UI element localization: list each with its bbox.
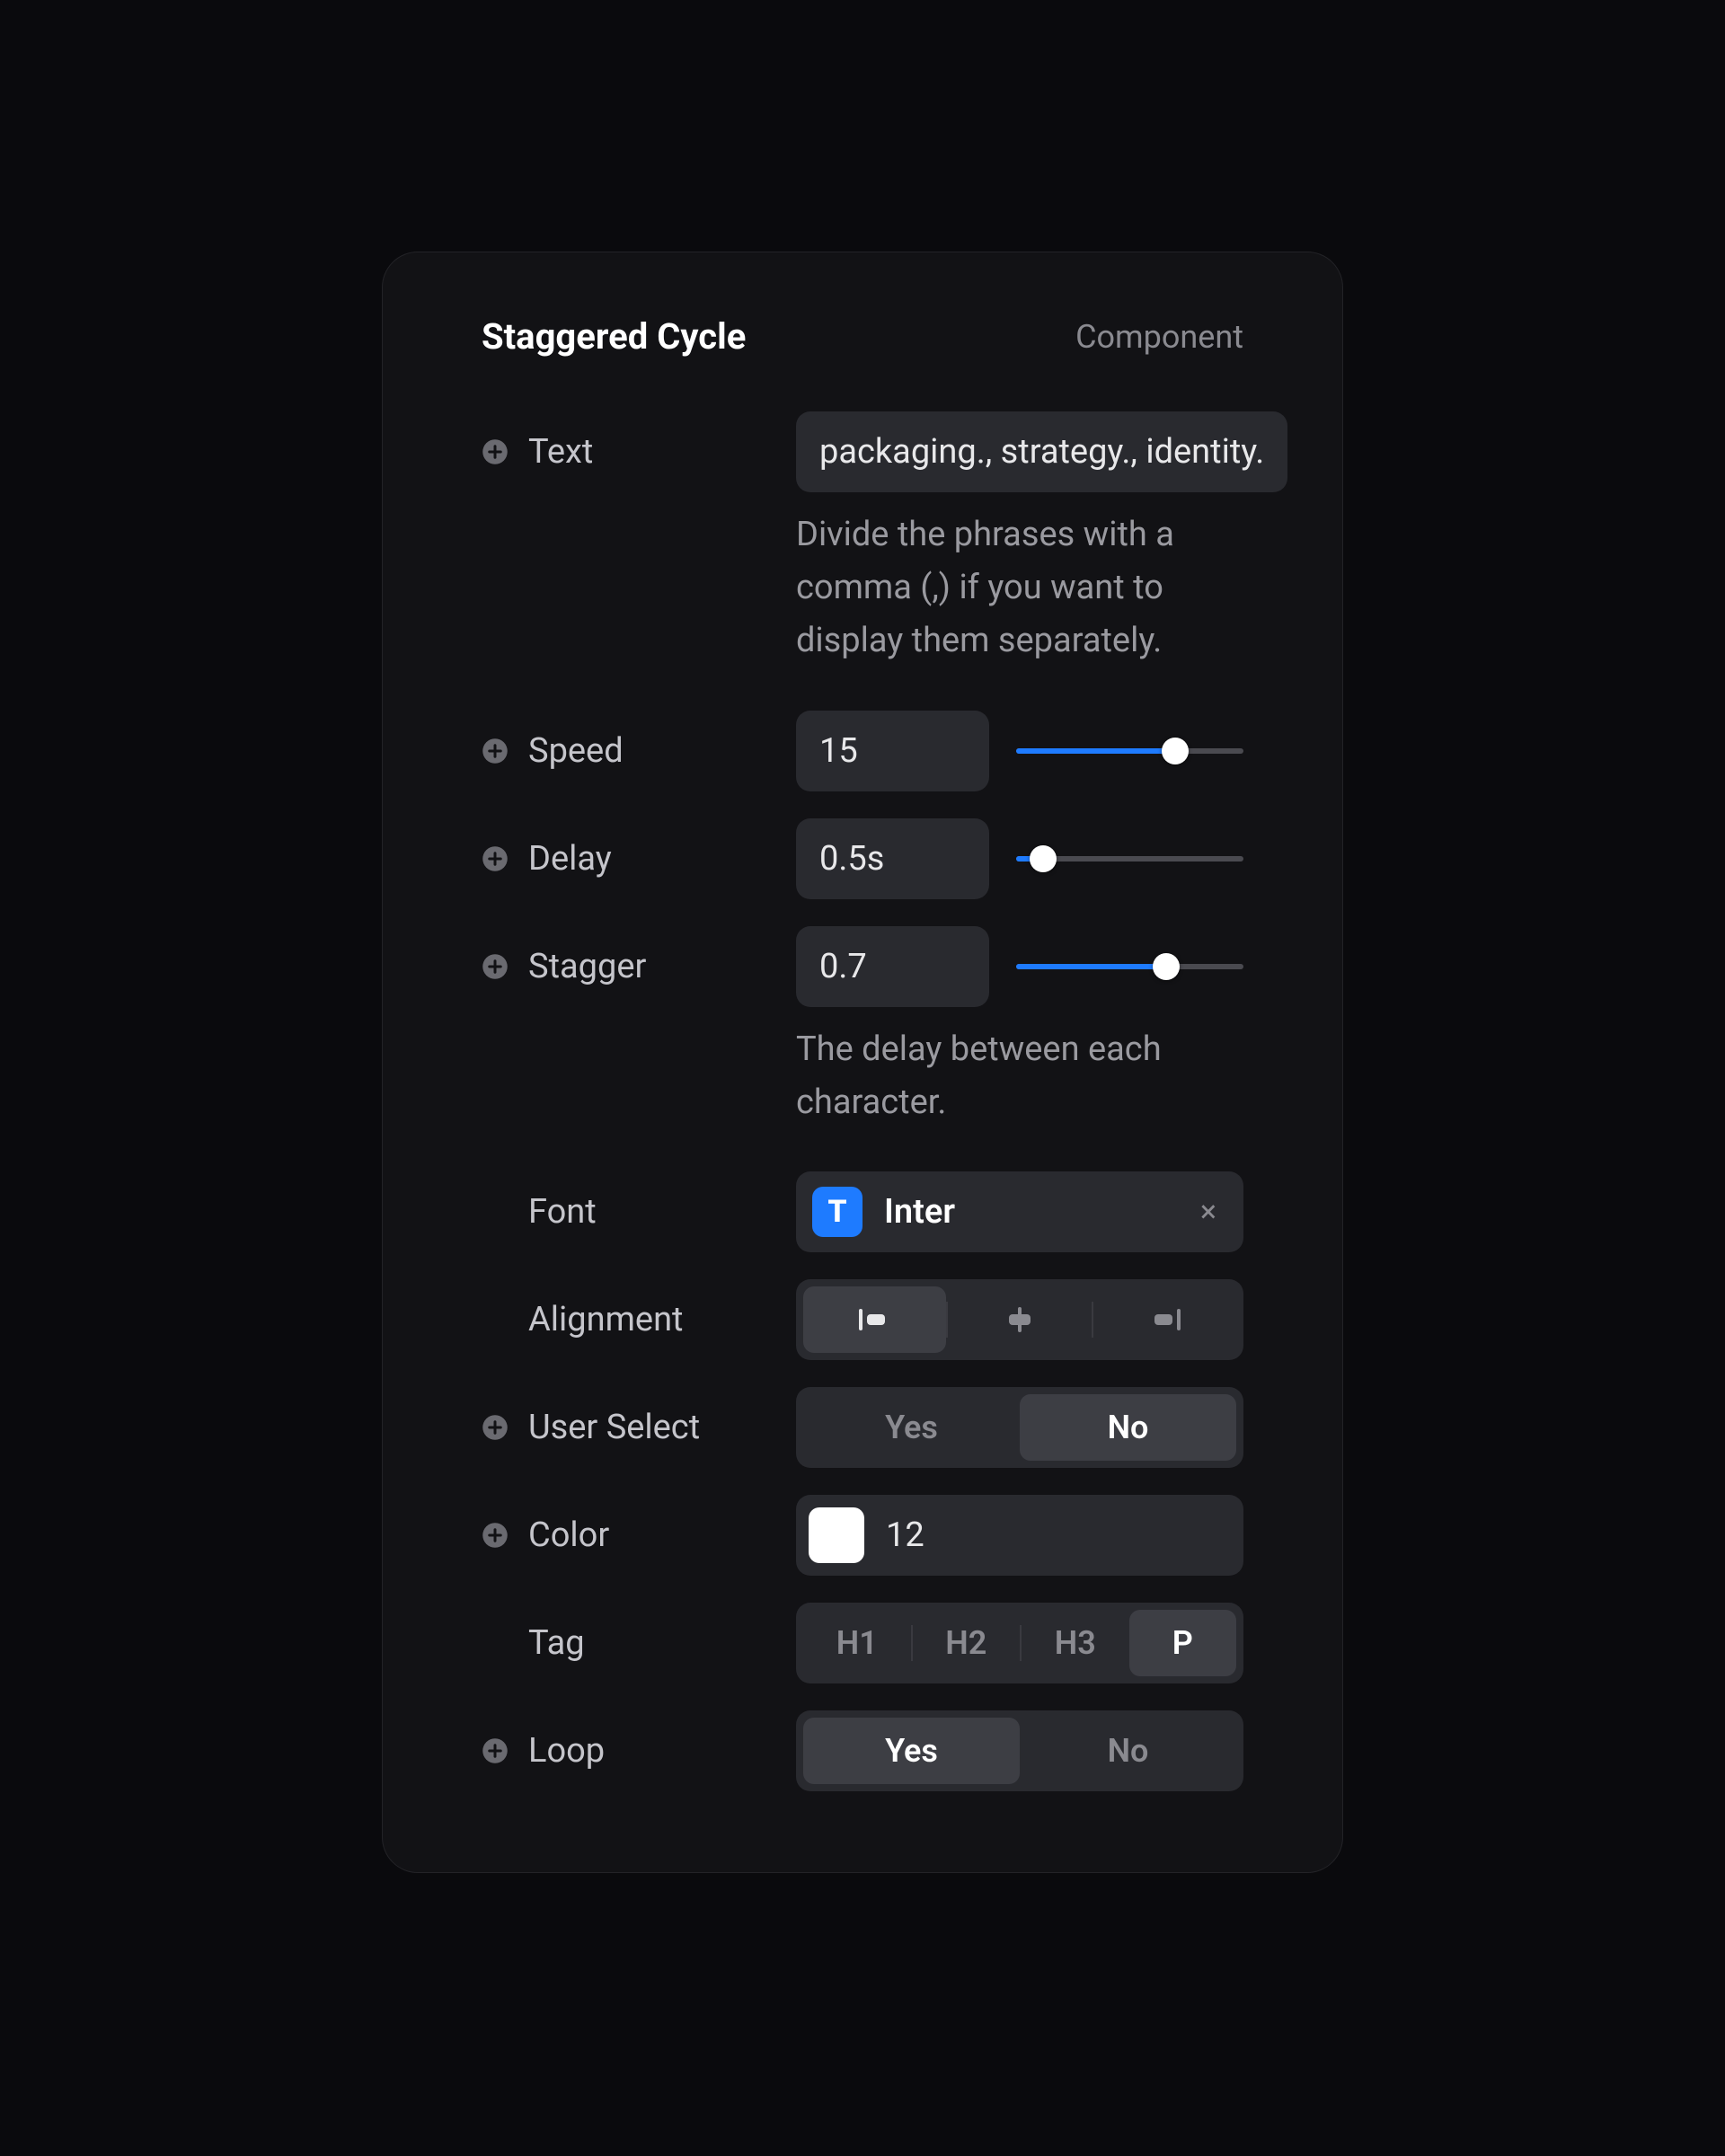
user-select-label: User Select <box>528 1408 700 1447</box>
color-label: Color <box>528 1515 609 1555</box>
text-helper: Divide the phrases with a comma (,) if y… <box>796 508 1243 667</box>
plus-circle-icon[interactable] <box>482 738 509 764</box>
plus-circle-icon[interactable] <box>482 438 509 465</box>
plus-circle-icon[interactable] <box>482 1414 509 1441</box>
loop-yes[interactable]: Yes <box>803 1718 1020 1784</box>
panel-type-label: Component <box>1075 318 1243 356</box>
stagger-slider[interactable] <box>1016 953 1243 980</box>
align-center-icon <box>1004 1307 1036 1332</box>
user-select-yes[interactable]: Yes <box>803 1394 1020 1461</box>
text-input[interactable]: packaging., strategy., identity. <box>796 411 1287 492</box>
align-center-button[interactable] <box>948 1286 1091 1353</box>
plus-circle-icon[interactable] <box>482 845 509 872</box>
speed-slider[interactable] <box>1016 738 1243 764</box>
loop-no[interactable]: No <box>1020 1718 1236 1784</box>
font-picker[interactable]: T Inter × <box>796 1171 1243 1252</box>
align-right-icon <box>1148 1307 1181 1332</box>
panel-header: Staggered Cycle Component <box>482 315 1243 358</box>
alignment-segmented <box>796 1279 1243 1360</box>
font-name: Inter <box>884 1192 1168 1232</box>
panel-title: Staggered Cycle <box>482 315 746 358</box>
delay-label: Delay <box>528 839 612 879</box>
font-badge-icon: T <box>812 1187 862 1237</box>
tag-label: Tag <box>528 1623 585 1663</box>
delay-slider[interactable] <box>1016 845 1243 872</box>
color-swatch[interactable] <box>809 1507 864 1563</box>
color-value: 12 <box>886 1515 924 1555</box>
speed-label: Speed <box>528 731 624 771</box>
align-right-button[interactable] <box>1093 1286 1236 1353</box>
plus-circle-icon[interactable] <box>482 1737 509 1764</box>
font-label: Font <box>528 1192 597 1232</box>
loop-label: Loop <box>528 1731 605 1771</box>
plus-circle-icon[interactable] <box>482 1522 509 1549</box>
tag-p[interactable]: P <box>1129 1610 1237 1676</box>
loop-toggle: Yes No <box>796 1710 1243 1791</box>
delay-input[interactable]: 0.5s <box>796 818 989 899</box>
alignment-label: Alignment <box>528 1300 683 1339</box>
plus-circle-icon[interactable] <box>482 953 509 980</box>
properties-panel: Staggered Cycle Component Text packaging… <box>382 252 1343 1873</box>
speed-input[interactable]: 15 <box>796 711 989 791</box>
align-left-button[interactable] <box>803 1286 946 1353</box>
tag-h1[interactable]: H1 <box>803 1610 911 1676</box>
close-icon[interactable]: × <box>1190 1194 1227 1230</box>
color-picker[interactable]: 12 <box>796 1495 1243 1576</box>
tag-segmented: H1 H2 H3 P <box>796 1603 1243 1683</box>
user-select-no[interactable]: No <box>1020 1394 1236 1461</box>
text-label: Text <box>528 432 593 472</box>
user-select-toggle: Yes No <box>796 1387 1243 1468</box>
tag-h3[interactable]: H3 <box>1022 1610 1129 1676</box>
tag-h2[interactable]: H2 <box>913 1610 1021 1676</box>
stagger-label: Stagger <box>528 947 646 986</box>
align-left-icon <box>859 1307 891 1332</box>
stagger-helper: The delay between each character. <box>796 1023 1243 1129</box>
stagger-input[interactable]: 0.7 <box>796 926 989 1007</box>
